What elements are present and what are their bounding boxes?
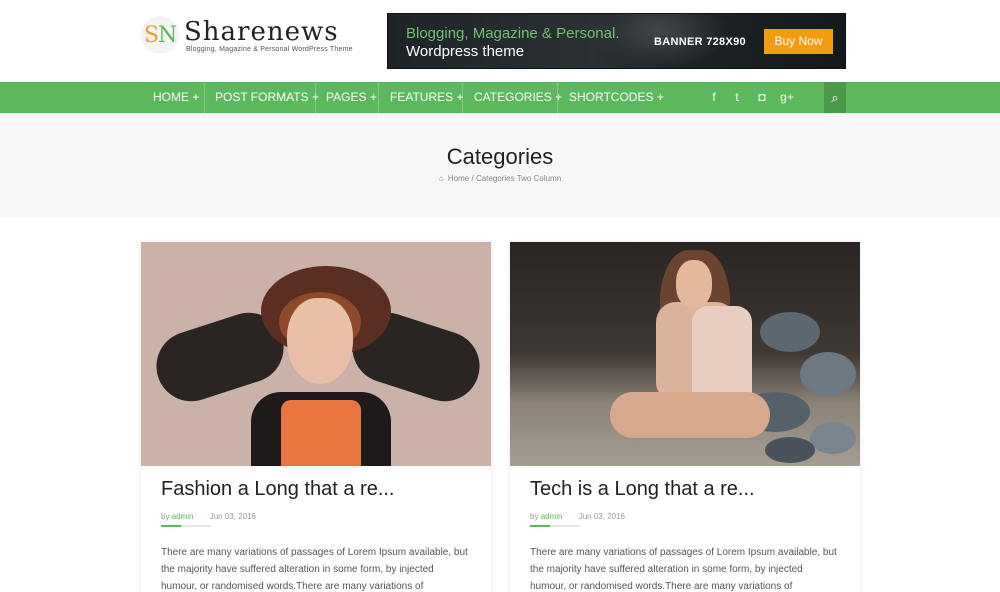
banner-subheadline: Wordpress theme (406, 43, 525, 60)
plus-icon: + (656, 90, 664, 104)
plus-icon: + (192, 90, 200, 104)
author-prefix: by (530, 512, 539, 521)
post-date: Jun 03, 2016 (578, 512, 625, 521)
post-author-link[interactable]: admin (172, 512, 194, 521)
logo-mark: S N (141, 16, 179, 54)
post-card: Tech is a Long that a re... by admin Jun… (510, 242, 860, 592)
site-header: S N Sharenews Blogging, Magazine & Perso… (0, 0, 1000, 82)
main-nav: HOME + POST FORMATS + PAGES + FEATURES +… (0, 82, 1000, 113)
site-tagline: Blogging, Magazine & Personal WordPress … (186, 46, 353, 53)
ad-banner[interactable]: Blogging, Magazine & Personal. Wordpress… (387, 13, 846, 69)
meta-divider (161, 525, 211, 527)
logo-mark-s: S (144, 23, 159, 48)
post-thumbnail[interactable] (510, 242, 860, 466)
post-excerpt: There are many variations of passages of… (530, 547, 837, 592)
nav-item-post-formats[interactable]: POST FORMATS + (215, 82, 319, 113)
breadcrumb-separator: / (471, 174, 474, 183)
meta-divider (530, 525, 580, 527)
page-title: Categories (446, 144, 554, 169)
nav-item-label: HOME (153, 90, 189, 104)
home-icon: ⌂ (438, 174, 444, 183)
nav-item-label: CATEGORIES (474, 90, 552, 104)
nav-item-home[interactable]: HOME + (153, 82, 199, 113)
nav-item-pages[interactable]: PAGES + (326, 82, 377, 113)
banner-headline: Blogging, Magazine & Personal. (406, 25, 620, 42)
twitter-icon[interactable]: t (729, 82, 745, 113)
site-title: Sharenews (184, 17, 339, 47)
breadcrumb: ⌂ Home / Categories Two Column (0, 174, 1000, 183)
nav-item-label: POST FORMATS (215, 90, 309, 104)
nav-item-label: SHORTCODES (569, 90, 654, 104)
breadcrumb-home-link[interactable]: Home (448, 174, 469, 183)
nav-item-label: PAGES (326, 90, 367, 104)
page-header: Categories ⌂ Home / Categories Two Colum… (0, 113, 1000, 217)
plus-icon: + (369, 90, 377, 104)
author-prefix: by (161, 512, 170, 521)
facebook-icon[interactable]: f (706, 82, 722, 113)
post-meta: by admin Jun 03, 2016 (161, 512, 256, 521)
banner-size-label: BANNER 728X90 (654, 36, 746, 48)
logo-mark-n: N (158, 23, 178, 48)
post-thumbnail[interactable] (141, 242, 491, 466)
site-logo[interactable]: S N Sharenews Blogging, Magazine & Perso… (141, 16, 361, 60)
post-author-link[interactable]: admin (541, 512, 563, 521)
search-icon[interactable]: ⌕ (824, 82, 846, 113)
post-date: Jun 03, 2016 (209, 512, 256, 521)
instagram-icon[interactable]: ◘ (754, 82, 770, 113)
post-title[interactable]: Fashion a Long that a re... (161, 478, 395, 501)
buy-now-button[interactable]: Buy Now (764, 29, 833, 54)
post-meta: by admin Jun 03, 2016 (530, 512, 625, 521)
breadcrumb-current: Categories Two Column (475, 174, 562, 183)
nav-divider (557, 82, 558, 113)
post-title[interactable]: Tech is a Long that a re... (530, 478, 755, 501)
post-excerpt: There are many variations of passages of… (161, 547, 468, 592)
post-card: Fashion a Long that a re... by admin Jun… (141, 242, 491, 592)
nav-divider (378, 82, 379, 113)
nav-item-features[interactable]: FEATURES + (390, 82, 463, 113)
google-plus-icon[interactable]: g+ (779, 82, 795, 113)
nav-item-label: FEATURES (390, 90, 454, 104)
nav-divider (462, 82, 463, 113)
nav-divider (204, 82, 205, 113)
nav-divider (315, 82, 316, 113)
nav-item-categories[interactable]: CATEGORIES + (474, 82, 562, 113)
nav-item-shortcodes[interactable]: SHORTCODES + (569, 82, 664, 113)
